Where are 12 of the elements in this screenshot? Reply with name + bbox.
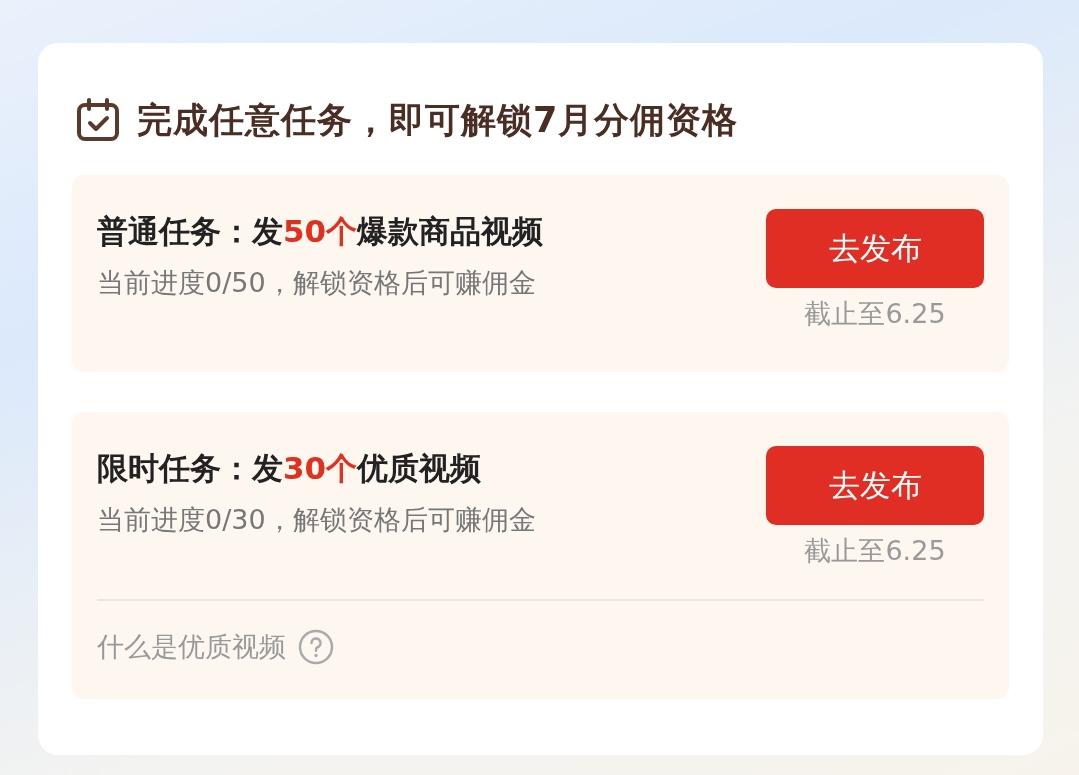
help-link[interactable]: 什么是优质视频 xyxy=(97,629,286,665)
task-title: 限时任务：发30个优质视频 xyxy=(97,449,483,488)
deadline-text: 截止至6.25 xyxy=(804,534,946,568)
section-title: 完成任意任务，即可解锁7月分佣资格 xyxy=(137,98,739,142)
publish-button[interactable]: 去发布 xyxy=(766,446,984,525)
publish-button[interactable]: 去发布 xyxy=(766,209,984,288)
help-icon[interactable] xyxy=(298,629,334,665)
progress-text: 当前进度0/30，解锁资格后可赚佣金 xyxy=(97,503,536,537)
task-title: 普通任务：发50个爆款商品视频 xyxy=(97,212,544,251)
deadline-text: 截止至6.25 xyxy=(804,297,946,331)
progress-text: 当前进度0/50，解锁资格后可赚佣金 xyxy=(97,266,537,300)
calendar-check-icon xyxy=(75,97,121,143)
